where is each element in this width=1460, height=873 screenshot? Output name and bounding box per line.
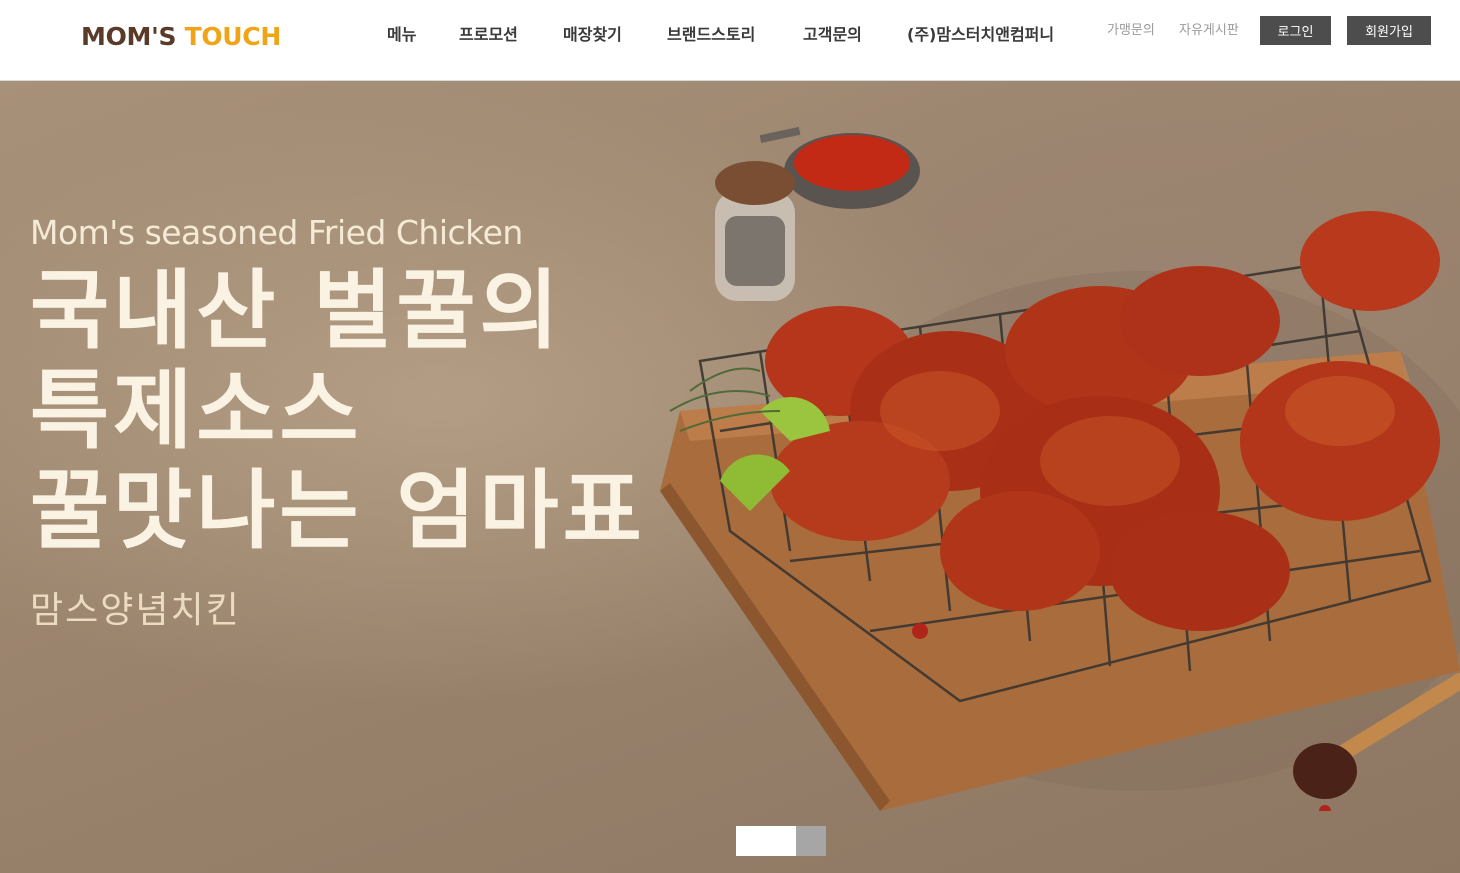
logo-text-moms: MOM'S [81, 22, 177, 51]
slide-indicator-2[interactable] [796, 826, 826, 856]
chicken-photo [660, 126, 1460, 811]
login-button[interactable]: 로그인 [1260, 16, 1331, 45]
nav-item-promotion[interactable]: 프로모션 [459, 22, 518, 48]
hero-headline: 국내산 벌꿀의 특제소스 꿀맛나는 엄마표 [30, 261, 646, 561]
hero-banner: Mom's seasoned Fried Chicken 국내산 벌꿀의 특제소… [0, 81, 1460, 873]
brand-logo[interactable]: MOM'S TOUCH [81, 22, 281, 52]
slide-indicator-1[interactable] [736, 826, 796, 856]
free-board-link[interactable]: 자유게시판 [1179, 21, 1239, 41]
nav-item-customer-inquiry[interactable]: 고객문의 [803, 22, 862, 48]
logo-text-touch: TOUCH [184, 22, 282, 51]
hero-eyebrow: Mom's seasoned Fried Chicken [30, 213, 523, 252]
nav-item-store-finder[interactable]: 매장찾기 [563, 22, 622, 48]
nav-item-menu[interactable]: 메뉴 [387, 22, 416, 48]
headline-line-1: 국내산 벌꿀의 [30, 261, 563, 361]
site-header: MOM'S TOUCH 메뉴 프로모션 매장찾기 브랜드스토리 고객문의 (주)… [0, 0, 1460, 81]
franchise-inquiry-link[interactable]: 가맹문의 [1107, 21, 1155, 41]
nav-item-company[interactable]: (주)맘스터치앤컴퍼니 [907, 22, 1054, 48]
hero-subtitle: 맘스양념치킨 [30, 590, 241, 631]
nav-item-brand-story[interactable]: 브랜드스토리 [667, 22, 755, 48]
headline-line-3: 꿀맛나는 엄마표 [30, 461, 646, 561]
signup-button[interactable]: 회원가입 [1347, 16, 1431, 45]
slide-pager [736, 826, 826, 856]
headline-line-2: 특제소스 [30, 361, 363, 461]
